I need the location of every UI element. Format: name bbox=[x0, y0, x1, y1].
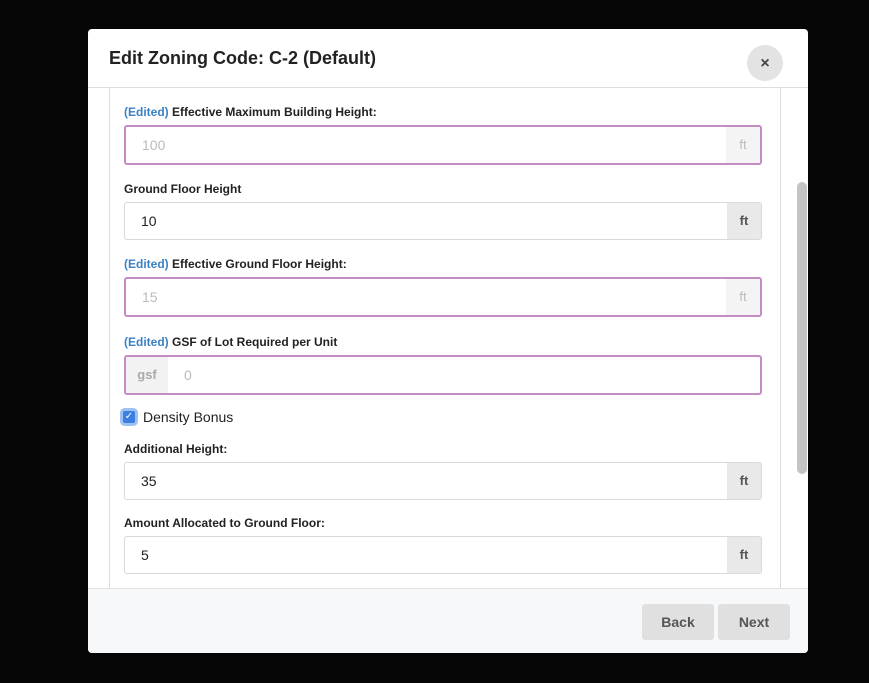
value: 0 bbox=[184, 367, 192, 383]
ground-floor-allocation-input[interactable]: 5 ft bbox=[124, 536, 762, 574]
gsf-per-unit-input[interactable]: gsf 0 bbox=[124, 355, 762, 395]
gsf-per-unit-field: (Edited) GSF of Lot Required per Unit gs… bbox=[124, 335, 762, 395]
ground-floor-height-field: Ground Floor Height 10 ft bbox=[124, 182, 762, 240]
field-label: Additional Height: bbox=[124, 442, 228, 456]
back-button[interactable]: Back bbox=[642, 604, 714, 640]
effective-ground-floor-height-input[interactable]: 15 ft bbox=[124, 277, 762, 317]
scrollbar[interactable] bbox=[797, 182, 807, 474]
unit-addon: ft bbox=[727, 203, 761, 239]
additional-height-field: Additional Height: 35 ft bbox=[124, 442, 762, 500]
unit-addon: gsf bbox=[126, 357, 168, 393]
close-icon: × bbox=[760, 55, 770, 72]
value: 5 bbox=[141, 547, 149, 563]
effective-max-height-field: (Edited) Effective Maximum Building Heig… bbox=[124, 105, 762, 165]
effective-max-height-input[interactable]: 100 ft bbox=[124, 125, 762, 165]
unit-addon: ft bbox=[727, 463, 761, 499]
value: 100 bbox=[142, 137, 166, 153]
edited-tag: (Edited) bbox=[124, 335, 169, 349]
value: 10 bbox=[141, 213, 157, 229]
field-label: Effective Ground Floor Height: bbox=[172, 257, 347, 271]
field-label: Effective Maximum Building Height: bbox=[172, 105, 377, 119]
value: 35 bbox=[141, 473, 157, 489]
field-label: Ground Floor Height bbox=[124, 182, 242, 196]
unit-addon: ft bbox=[727, 537, 761, 573]
value: 15 bbox=[142, 289, 158, 305]
unit-addon: ft bbox=[726, 127, 760, 163]
effective-ground-floor-height-field: (Edited) Effective Ground Floor Height: … bbox=[124, 257, 762, 317]
checkbox-label: Density Bonus bbox=[143, 409, 234, 425]
modal-header: Edit Zoning Code: C-2 (Default) × bbox=[88, 29, 808, 88]
density-bonus-checkbox[interactable]: ✓ Density Bonus bbox=[123, 409, 233, 425]
modal-body: (Edited) Effective Maximum Building Heig… bbox=[88, 88, 808, 588]
field-label: GSF of Lot Required per Unit bbox=[172, 335, 338, 349]
ground-floor-height-input[interactable]: 10 ft bbox=[124, 202, 762, 240]
field-label: Amount Allocated to Ground Floor: bbox=[124, 516, 325, 530]
edit-zoning-modal: Edit Zoning Code: C-2 (Default) × (Edite… bbox=[88, 29, 808, 653]
unit-addon: ft bbox=[726, 279, 760, 315]
checkbox-checked-icon: ✓ bbox=[123, 411, 135, 423]
next-button[interactable]: Next bbox=[718, 604, 790, 640]
modal-title: Edit Zoning Code: C-2 (Default) bbox=[109, 48, 376, 68]
modal-footer: Back Next bbox=[88, 588, 808, 653]
edited-tag: (Edited) bbox=[124, 105, 169, 119]
close-button[interactable]: × bbox=[747, 45, 783, 81]
ground-floor-allocation-field: Amount Allocated to Ground Floor: 5 ft bbox=[124, 516, 762, 574]
additional-height-input[interactable]: 35 ft bbox=[124, 462, 762, 500]
edited-tag: (Edited) bbox=[124, 257, 169, 271]
